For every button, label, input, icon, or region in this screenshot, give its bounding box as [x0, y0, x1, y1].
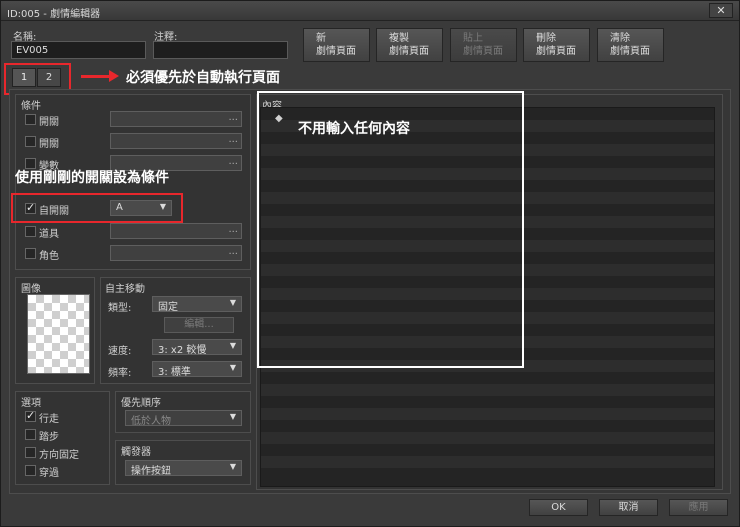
new-page-button[interactable]: 新 劇情頁面 — [303, 28, 370, 62]
condition-annotation-text: 使用剛剛的開關設為條件 — [15, 170, 169, 186]
contents-annotation-text: 不用輸入任何內容 — [298, 121, 410, 137]
condition-switch1-checkbox[interactable] — [25, 114, 36, 125]
event-editor-window: ID:005 - 劇情編輯器 ✕ 名稱: EV005 注釋: 新 劇情頁面 複製… — [0, 0, 740, 527]
condition-switch1-label: 開關 — [39, 117, 59, 128]
move-speed-select[interactable]: 3: x2 較慢 ▼ — [152, 339, 242, 356]
clear-page-line2: 劇情頁面 — [610, 46, 650, 57]
option-stepping-checkbox[interactable] — [25, 429, 36, 440]
condition-actor-ellipsis: ... — [228, 246, 238, 257]
move-speed-label: 速度: — [108, 346, 132, 357]
move-route-edit-button[interactable]: 編輯... — [164, 317, 234, 333]
move-frequency-select[interactable]: 3: 標準 ▼ — [152, 361, 242, 378]
copy-page-line1: 複製 — [389, 33, 409, 44]
note-input[interactable] — [153, 41, 288, 59]
copy-page-button[interactable]: 複製 劇情頁面 — [376, 28, 443, 62]
delete-page-line2: 劇情頁面 — [536, 46, 576, 57]
trigger-title: 觸發器 — [121, 447, 151, 458]
list-stripe — [261, 456, 714, 468]
chevron-down-icon: ▼ — [229, 363, 236, 372]
condition-actor-field[interactable]: ... — [110, 245, 242, 261]
condition-switch2-checkbox[interactable] — [25, 136, 36, 147]
paste-page-line2: 劇情頁面 — [463, 46, 503, 57]
close-icon: ✕ — [716, 4, 726, 17]
new-page-line2: 劇情頁面 — [316, 46, 356, 57]
autonomous-movement-title: 自主移動 — [105, 284, 145, 295]
delete-page-button[interactable]: 刪除 劇情頁面 — [523, 28, 590, 62]
list-stripe — [261, 408, 714, 420]
option-walking-checkbox[interactable] — [25, 409, 36, 422]
chevron-down-icon: ▼ — [229, 412, 236, 421]
chevron-down-icon: ▼ — [229, 462, 236, 471]
clear-page-button[interactable]: 清除 劇情頁面 — [597, 28, 664, 62]
list-stripe — [261, 432, 714, 444]
options-title: 選項 — [21, 398, 41, 409]
condition-item-field[interactable]: ... — [110, 223, 242, 239]
window-title: ID:005 - 劇情編輯器 — [7, 9, 101, 20]
list-stripe — [261, 384, 714, 396]
chevron-down-icon: ▼ — [229, 298, 236, 307]
condition-switch1-field[interactable]: ... — [110, 111, 242, 127]
delete-page-line1: 刪除 — [536, 33, 556, 44]
name-input[interactable]: EV005 — [11, 41, 146, 59]
move-type-label: 類型: — [108, 303, 132, 314]
condition-item-ellipsis: ... — [228, 224, 238, 235]
close-button[interactable]: ✕ — [709, 3, 733, 18]
option-through-checkbox[interactable] — [25, 465, 36, 476]
condition-switch2-label: 開關 — [39, 139, 59, 150]
trigger-select[interactable]: 操作按鈕 ▼ — [125, 460, 242, 477]
priority-title: 優先順序 — [121, 398, 161, 409]
apply-button[interactable]: 應用 — [669, 499, 728, 516]
conditions-title: 條件 — [21, 101, 41, 112]
move-route-edit-label: 編輯... — [184, 319, 214, 330]
annotation-arrow-icon — [109, 70, 119, 82]
cancel-button[interactable]: 取消 — [599, 499, 658, 516]
image-preview[interactable] — [27, 294, 90, 374]
self-switch-highlight-box — [11, 193, 183, 223]
condition-variable-ellipsis: ... — [228, 156, 238, 167]
condition-item-checkbox[interactable] — [25, 226, 36, 237]
clear-page-line1: 清除 — [610, 33, 630, 44]
move-frequency-label: 頻率: — [108, 368, 132, 379]
ok-button[interactable]: OK — [529, 499, 588, 516]
copy-page-line2: 劇情頁面 — [389, 46, 429, 57]
chevron-down-icon: ▼ — [229, 341, 236, 350]
option-stepping-label: 踏步 — [39, 432, 59, 443]
title-bar[interactable]: ID:005 - 劇情編輯器 ✕ — [1, 1, 739, 21]
move-speed-value: 3: x2 較慢 — [158, 345, 207, 356]
new-page-line1: 新 — [316, 33, 326, 44]
condition-switch2-field[interactable]: ... — [110, 133, 242, 149]
image-title: 圖像 — [21, 284, 41, 295]
option-direction-fix-label: 方向固定 — [39, 450, 79, 461]
move-frequency-value: 3: 標準 — [158, 367, 191, 378]
trigger-value: 操作按鈕 — [131, 466, 171, 477]
paste-page-button[interactable]: 貼上 劇情頁面 — [450, 28, 517, 62]
paste-page-line1: 貼上 — [463, 33, 483, 44]
move-type-select[interactable]: 固定 ▼ — [152, 296, 242, 313]
condition-actor-checkbox[interactable] — [25, 248, 36, 259]
condition-switch2-ellipsis: ... — [228, 134, 238, 145]
option-through-label: 穿過 — [39, 468, 59, 479]
condition-item-label: 道具 — [39, 229, 59, 240]
condition-actor-label: 角色 — [39, 251, 59, 262]
move-type-value: 固定 — [158, 302, 178, 313]
option-walking-label: 行走 — [39, 414, 59, 425]
option-direction-fix-checkbox[interactable] — [25, 447, 36, 458]
annotation-arrow-shaft — [81, 75, 111, 78]
priority-select[interactable]: 低於人物 ▼ — [125, 410, 242, 427]
tab-annotation-text: 必須優先於自動執行頁面 — [126, 70, 280, 86]
priority-value: 低於人物 — [131, 416, 171, 427]
condition-switch1-ellipsis: ... — [228, 112, 238, 123]
